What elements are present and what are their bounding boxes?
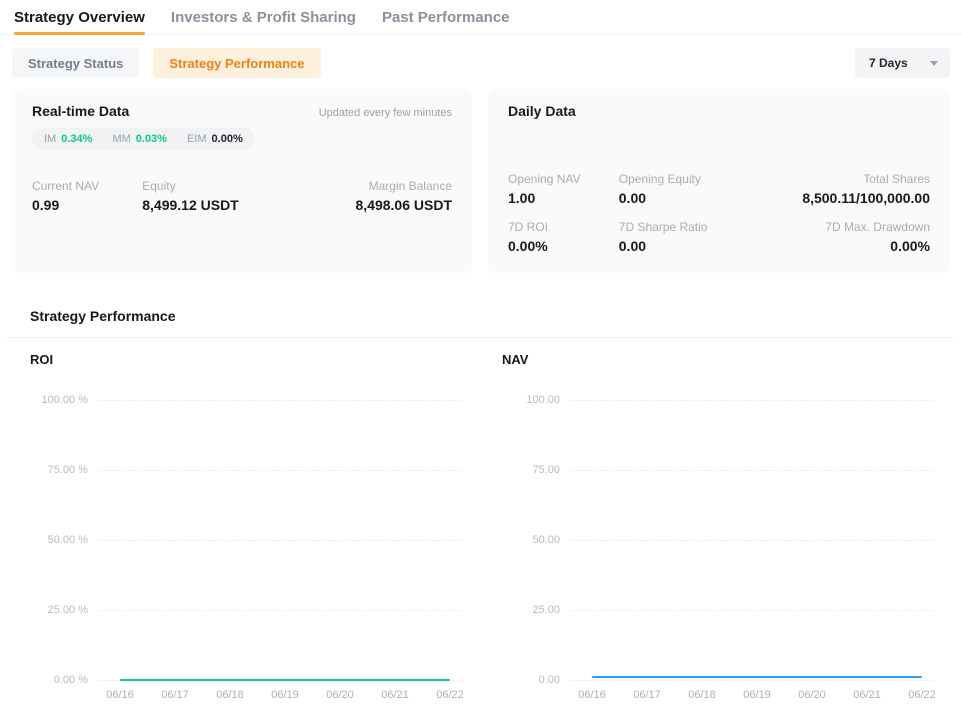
y-tick-label: 100.00 % (42, 394, 88, 406)
x-tick-label: 06/19 (271, 689, 299, 701)
chevron-down-icon (930, 61, 938, 66)
stat-label: Opening Equity (619, 172, 777, 186)
stat-value: 0.99 (32, 197, 142, 213)
stat-value: 0.00% (777, 238, 930, 254)
period-select[interactable]: 7 Days (855, 48, 950, 78)
chart-title: ROI (30, 352, 460, 372)
stat-label: 7D Max. Drawdown (777, 220, 930, 234)
gridline (570, 680, 932, 681)
roi-series-line (120, 679, 450, 681)
y-tick-label: 75.00 % (48, 464, 88, 476)
stat-margin-balance: Margin Balance 8,498.06 USDT (300, 179, 452, 213)
x-tick-label: 06/22 (436, 689, 464, 701)
card-title: Real-time Data (32, 103, 129, 119)
subtab-strategy-status[interactable]: Strategy Status (12, 48, 139, 78)
roi-chart: ROI 100.00 %75.00 %50.00 %25.00 %0.00 % … (30, 352, 460, 705)
stat-opening-equity: Opening Equity 0.00 (619, 172, 777, 206)
margin-badges: IM 0.34% MM 0.03% EIM 0.00% (32, 128, 255, 150)
tab-strategy-overview[interactable]: Strategy Overview (14, 0, 145, 34)
x-tick-label: 06/18 (688, 689, 716, 701)
stat-value: 8,500.11/100,000.00 (777, 190, 930, 206)
stat-value: 1.00 (508, 190, 619, 206)
x-tick-label: 06/16 (106, 689, 134, 701)
plot-area (570, 400, 932, 680)
updated-note: Updated every few minutes (319, 107, 452, 119)
stat-label: Equity (142, 179, 300, 193)
margin-badge: MM 0.03% (112, 133, 167, 145)
y-tick-label: 0.00 (539, 674, 560, 686)
stat-opening-nav: Opening NAV 1.00 (508, 172, 619, 206)
y-tick-label: 25.00 (532, 604, 560, 616)
x-tick-label: 06/21 (381, 689, 409, 701)
stat-label: 7D ROI (508, 220, 619, 234)
tab-investors-profit-sharing[interactable]: Investors & Profit Sharing (171, 0, 356, 34)
y-tick-label: 50.00 % (48, 534, 88, 546)
y-tick-label: 50.00 (532, 534, 560, 546)
stat-value: 8,498.06 USDT (300, 197, 452, 213)
x-tick-label: 06/20 (326, 689, 354, 701)
stat-value: 8,499.12 USDT (142, 197, 300, 213)
stat-label: Total Shares (777, 172, 930, 186)
x-tick-label: 06/16 (578, 689, 606, 701)
x-tick-label: 06/17 (633, 689, 661, 701)
performance-charts: ROI 100.00 %75.00 %50.00 %25.00 %0.00 % … (0, 338, 962, 705)
badge-value: 0.03% (136, 133, 167, 145)
stat-value: 0.00% (508, 238, 619, 254)
plot-area (98, 400, 460, 680)
realtime-data-card: Real-time Data Updated every few minutes… (12, 89, 472, 273)
y-tick-label: 25.00 % (48, 604, 88, 616)
stat-label: Opening NAV (508, 172, 619, 186)
nav-series-line (592, 676, 922, 678)
subtab-row: Strategy Status Strategy Performance 7 D… (12, 48, 950, 78)
stat-total-shares: Total Shares 8,500.11/100,000.00 (777, 172, 930, 206)
badge-value: 0.00% (212, 133, 243, 145)
nav-chart: NAV 100.00 75.00 50.00 25.00 0.00 06/16 06/17… (502, 352, 932, 705)
y-tick-label: 75.00 (532, 464, 560, 476)
badge-value: 0.34% (61, 133, 92, 145)
main-tabbar: Strategy Overview Investors & Profit Sha… (0, 0, 962, 35)
stat-label: 7D Sharpe Ratio (619, 220, 777, 234)
y-axis-labels: 100.00 %75.00 %50.00 %25.00 %0.00 % (30, 400, 88, 680)
x-tick-label: 06/18 (216, 689, 244, 701)
chart-title: NAV (502, 352, 932, 372)
badge-label: EIM (187, 133, 207, 145)
stat-7d-max-drawdown: 7D Max. Drawdown 0.00% (777, 220, 930, 254)
subtab-strategy-performance[interactable]: Strategy Performance (153, 48, 320, 78)
x-tick-label: 06/19 (743, 689, 771, 701)
stat-7d-roi: 7D ROI 0.00% (508, 220, 619, 254)
x-axis-labels: 06/1606/1706/1806/1906/2006/2106/22 (592, 689, 922, 705)
period-select-value: 7 Days (869, 56, 930, 70)
performance-section-title: Strategy Performance (30, 308, 962, 324)
y-tick-label: 100.00 (526, 394, 560, 406)
badge-label: IM (44, 133, 56, 145)
y-tick-label: 0.00 % (54, 674, 88, 686)
margin-badge: EIM 0.00% (187, 133, 243, 145)
stat-7d-sharpe-ratio: 7D Sharpe Ratio 0.00 (619, 220, 777, 254)
x-axis-labels: 06/1606/1706/1806/1906/2006/2106/22 (120, 689, 450, 705)
y-axis-labels: 100.0075.0050.0025.000.00 (502, 400, 560, 680)
stat-current-nav: Current NAV 0.99 (32, 179, 142, 213)
stat-value: 0.00 (619, 238, 777, 254)
x-tick-label: 06/20 (798, 689, 826, 701)
margin-badge: IM 0.34% (44, 133, 92, 145)
badge-label: MM (112, 133, 130, 145)
x-tick-label: 06/17 (161, 689, 189, 701)
card-title: Daily Data (508, 103, 576, 119)
data-cards: Real-time Data Updated every few minutes… (12, 89, 962, 273)
stat-value: 0.00 (619, 190, 777, 206)
tab-past-performance[interactable]: Past Performance (382, 0, 510, 34)
daily-data-card: Daily Data Opening NAV 1.00 Opening Equi… (488, 89, 950, 273)
stat-equity: Equity 8,499.12 USDT (142, 179, 300, 213)
stat-label: Margin Balance (300, 179, 452, 193)
x-tick-label: 06/21 (853, 689, 881, 701)
stat-label: Current NAV (32, 179, 142, 193)
x-tick-label: 06/22 (908, 689, 936, 701)
